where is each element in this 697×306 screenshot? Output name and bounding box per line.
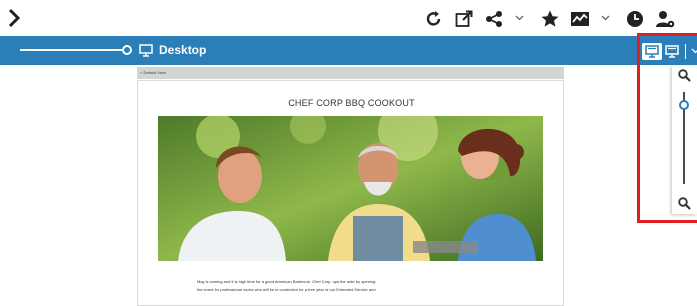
star-icon[interactable] xyxy=(541,8,559,30)
analytics-dropdown-chevron-icon[interactable] xyxy=(601,0,610,36)
top-toolbar xyxy=(0,0,697,36)
refresh-icon[interactable] xyxy=(425,8,443,30)
viewport-width-slider-track[interactable] xyxy=(20,49,124,51)
body-copy: May is coming and it is high time for a … xyxy=(197,278,507,294)
chevron-right-icon[interactable] xyxy=(8,7,20,29)
user-settings-icon[interactable] xyxy=(655,8,677,30)
desktop-icon xyxy=(139,44,153,62)
hero-photo xyxy=(158,116,543,261)
open-external-icon[interactable] xyxy=(454,8,474,30)
zoom-slider-handle[interactable] xyxy=(679,100,689,110)
viewport-width-slider-handle[interactable] xyxy=(122,45,132,55)
zoom-panel xyxy=(672,66,697,214)
schedule-icon[interactable] xyxy=(625,8,645,30)
zoom-in-icon[interactable] xyxy=(678,69,691,87)
analytics-icon[interactable] xyxy=(569,8,591,30)
default-view-strip[interactable]: < Default View xyxy=(137,67,564,79)
email-preview-page: CHEF CORP BBQ COOKOUT May is coming and … xyxy=(137,80,564,306)
device-toolbar: Desktop xyxy=(0,36,697,65)
device-label: Desktop xyxy=(159,43,207,57)
share-icon[interactable] xyxy=(484,8,504,30)
body-line: the event for professional cooks who wil… xyxy=(197,287,376,292)
page-title: CHEF CORP BBQ COOKOUT xyxy=(288,98,415,108)
zoom-out-icon[interactable] xyxy=(678,197,691,215)
body-line: May is coming and it is high time for a … xyxy=(197,279,376,284)
share-dropdown-chevron-icon[interactable] xyxy=(515,0,524,36)
preview-stage: < Default View CHEF CORP BBQ COOKOUT May… xyxy=(0,65,697,306)
